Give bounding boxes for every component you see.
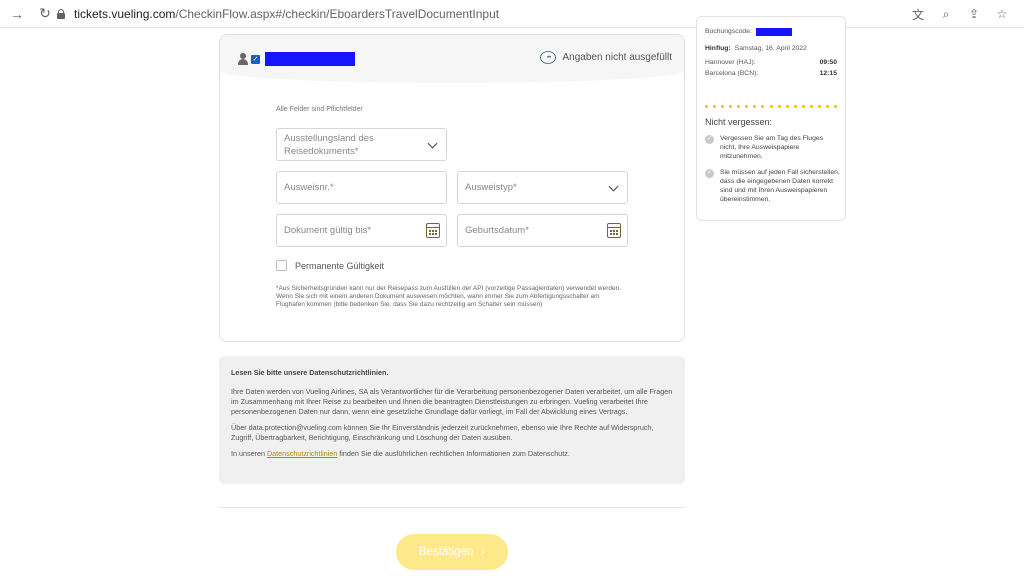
permanent-validity-label: Permanente Gültigkeit [295,260,385,271]
outbound-label: Hinflug: [705,45,731,52]
privacy-text: In unseren [231,449,267,458]
destination-row: Barcelona (BCN): 12:15 [705,70,837,77]
lock-icon[interactable] [56,9,66,19]
passenger-header[interactable]: ✓ ••• Angaben nicht ausgefüllt [220,35,684,83]
reminder-tip: ✓ Sie müssen auf jeden Fall sicherstelle… [705,168,841,204]
confirm-label: Bestätigen [418,546,474,558]
booking-summary: Buchungscode: Hinflug: Samstag, 16. Apri… [696,16,846,221]
passenger-document-card: ✓ ••• Angaben nicht ausgefüllt Alle Feld… [219,34,685,342]
reminder-title: Nicht vergessen: [705,117,773,127]
privacy-paragraph: In unseren Datenschutzrichtlinien finden… [231,449,673,459]
browser-actions: 文 ⌕ ⇪ ☆ [908,4,1012,24]
destination-airport: Barcelona (BCN): [705,70,759,77]
url-domain: tickets.vueling.com [74,7,176,21]
privacy-text: finden Sie die ausführlichen rechtlichen… [337,449,570,458]
dotted-separator [705,105,837,108]
valid-until-placeholder: Dokument gültig bis* [284,225,372,236]
birth-date-input[interactable]: Geburtsdatum* [457,214,628,247]
permanent-validity-checkbox[interactable] [276,260,287,271]
passport-disclaimer: *Aus Sicherheitsgründen kann nur der Rei… [276,285,622,308]
origin-row: Hannover (HAJ): 09:50 [705,59,837,66]
confirm-button[interactable]: Bestätigen › [396,534,508,570]
permanent-validity-option[interactable]: Permanente Gültigkeit [276,260,384,271]
booking-code-label: Buchungscode: [705,28,752,35]
booking-code-row: Buchungscode: [705,28,837,36]
required-note: Alle Felder sind Pflichtfelder [276,106,363,113]
outbound-row: Hinflug: Samstag, 16. April 2022 [705,45,837,52]
calendar-icon[interactable] [426,223,440,238]
id-type-placeholder: Ausweistyp* [465,182,517,193]
speech-bubble-icon: ••• [540,51,557,64]
valid-until-input[interactable]: Dokument gültig bis* [276,214,447,247]
chevron-down-icon [427,138,438,149]
check-circle-icon: ✓ [705,169,714,178]
id-type-select[interactable]: Ausweistyp* [457,171,628,204]
calendar-icon[interactable] [607,223,621,238]
browser-toolbar: → ↻ tickets.vueling.com/CheckinFlow.aspx… [0,0,1024,28]
chevron-down-icon [608,181,619,192]
privacy-title: Lesen Sie bitte unsere Datenschutzrichtl… [231,368,389,377]
forward-icon[interactable]: → [6,3,28,25]
person-icon [238,53,248,65]
passenger-status: ••• Angaben nicht ausgefüllt [540,51,672,64]
translate-icon[interactable]: 文 [908,4,928,24]
divider [219,507,685,508]
url-path: /CheckinFlow.aspx#/checkin/EboardersTrav… [175,7,500,21]
check-circle-icon: ✓ [705,135,714,144]
booking-code-redacted [755,28,792,36]
reminder-tip: ✓ Vergessen Sie am Tag des Fluges nicht,… [705,134,841,161]
share-icon[interactable]: ⇪ [964,4,984,24]
privacy-paragraph: Über data.protection@vueling.com können … [231,423,654,442]
reload-icon[interactable]: ↻ [34,3,56,25]
privacy-paragraph: Ihre Daten werden von Vueling Airlines, … [231,387,673,416]
issuing-country-placeholder: Ausstellungsland des Reisedokuments* [284,132,374,157]
bookmark-star-icon[interactable]: ☆ [992,4,1012,24]
chevron-right-icon: › [481,546,486,558]
status-text: Angaben nicht ausgefüllt [562,52,672,63]
zoom-icon[interactable]: ⌕ [936,4,956,24]
id-number-placeholder: Ausweisnr.* [284,182,334,193]
privacy-policy-link[interactable]: Datenschutzrichtlinien [267,449,337,458]
id-number-input[interactable]: Ausweisnr.* [276,171,447,204]
passenger-checkbox[interactable]: ✓ [251,54,260,64]
origin-time: 09:50 [819,59,837,66]
issuing-country-select[interactable]: Ausstellungsland des Reisedokuments* [276,128,447,161]
destination-time: 12:15 [819,70,837,77]
reminder-tip-text: Sie müssen auf jeden Fall sicherstellen,… [720,169,840,203]
birth-date-placeholder: Geburtsdatum* [465,225,529,236]
origin-airport: Hannover (HAJ): [705,59,756,66]
outbound-date: Samstag, 16. April 2022 [734,45,807,52]
passenger-name-redacted [265,52,355,66]
privacy-notice: Lesen Sie bitte unsere Datenschutzrichtl… [219,356,685,484]
reminder-tip-text: Vergessen Sie am Tag des Fluges nicht, I… [720,135,824,160]
